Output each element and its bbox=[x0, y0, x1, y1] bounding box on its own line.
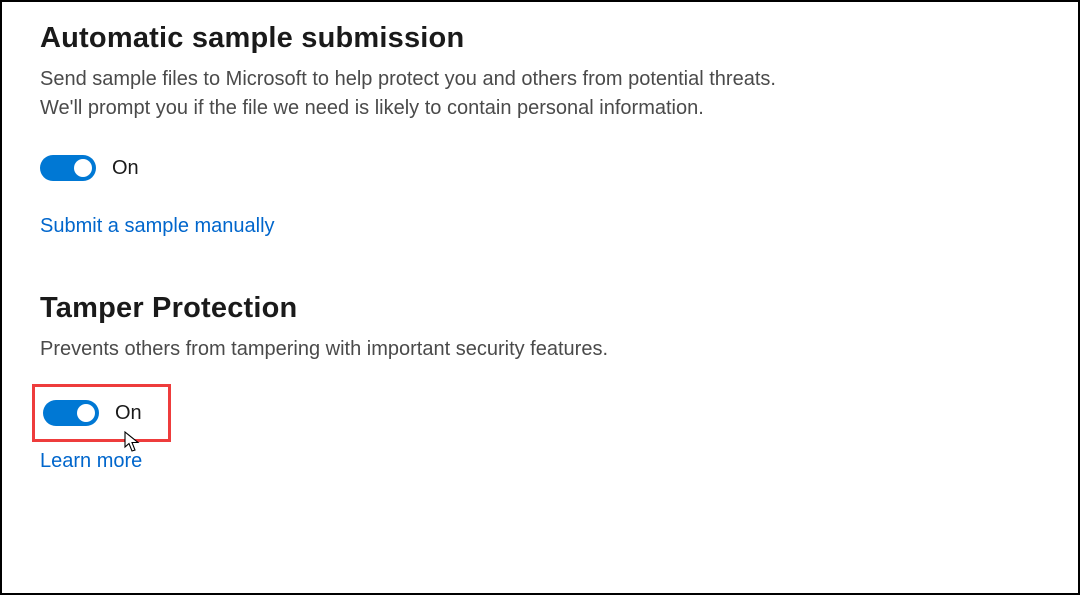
tamper-protection-section: Tamper Protection Prevents others from t… bbox=[40, 292, 1040, 473]
automatic-sample-toggle-row: On bbox=[40, 155, 1040, 181]
tamper-protection-toggle-label: On bbox=[115, 402, 142, 425]
toggle-knob bbox=[77, 404, 95, 422]
toggle-knob bbox=[74, 159, 92, 177]
learn-more-link[interactable]: Learn more bbox=[40, 450, 142, 473]
automatic-sample-description: Send sample files to Microsoft to help p… bbox=[40, 65, 800, 123]
submit-sample-link[interactable]: Submit a sample manually bbox=[40, 215, 275, 238]
tamper-protection-highlight: On bbox=[32, 384, 171, 442]
tamper-protection-description: Prevents others from tampering with impo… bbox=[40, 335, 800, 364]
tamper-protection-title: Tamper Protection bbox=[40, 292, 1040, 325]
automatic-sample-submission-section: Automatic sample submission Send sample … bbox=[40, 22, 1040, 238]
automatic-sample-toggle[interactable] bbox=[40, 155, 96, 181]
automatic-sample-title: Automatic sample submission bbox=[40, 22, 1040, 55]
automatic-sample-toggle-label: On bbox=[112, 157, 139, 180]
tamper-protection-toggle[interactable] bbox=[43, 400, 99, 426]
